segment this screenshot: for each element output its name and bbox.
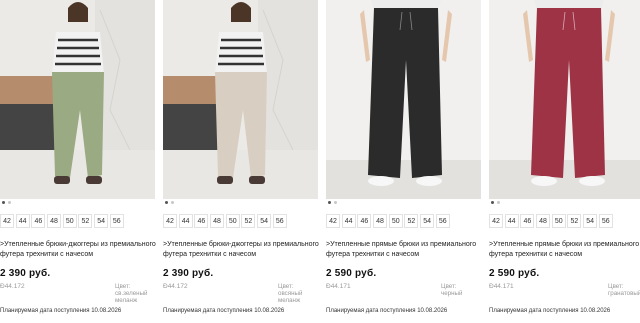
size-option[interactable]: 46 [357,214,372,228]
color-value: овсяный меланж [278,290,303,304]
color-value: св.зеленый меланж [115,290,148,304]
product-grid: 42 44 46 48 50 52 54 56 >Утепленные брюки-джогг… [0,0,640,323]
product-photo[interactable] [326,0,481,199]
size-option[interactable]: 42 [489,214,503,228]
product-article: Ð44.171 [489,283,514,290]
color-label: Цвет: [608,283,624,290]
product-color: Цвет: овсяный меланж [278,283,318,304]
product-photo-illustration [0,0,155,199]
size-option[interactable]: 52 [78,214,93,228]
product-price: 2 590 руб. [489,268,540,279]
product-photo-illustration [489,0,640,199]
product-price: 2 590 руб. [326,268,377,279]
product-photo-illustration [326,0,481,199]
photo-carousel-dots[interactable] [491,201,503,207]
product-photo[interactable] [489,0,640,199]
photo-carousel-dots[interactable] [328,201,340,207]
size-option[interactable]: 54 [94,214,109,228]
size-option[interactable]: 52 [241,214,256,228]
carousel-dot-active[interactable] [328,201,331,204]
size-option[interactable]: 52 [404,214,419,228]
size-option[interactable]: 44 [15,214,30,228]
carousel-dot[interactable] [497,201,500,204]
product-photo[interactable] [163,0,318,199]
size-option[interactable]: 48 [47,214,62,228]
product-card[interactable]: 42 44 46 48 50 52 54 56 >Утепленные прямые брюк… [489,0,640,323]
product-photo[interactable] [0,0,155,199]
product-article: Ð44.172 [163,283,188,290]
product-title-link[interactable]: >Утепленные брюки-джоггеры из премиально… [0,240,160,260]
size-option[interactable]: 48 [210,214,225,228]
size-option[interactable]: 50 [551,214,566,228]
product-card[interactable]: 42 44 46 48 50 52 54 56 >Утепленные брюки-джогг… [163,0,319,323]
color-value: черный [441,290,463,297]
size-option[interactable]: 48 [373,214,388,228]
size-option[interactable]: 46 [31,214,46,228]
color-label: Цвет: [441,283,457,290]
product-color: Цвет: гранатовый [608,283,640,297]
size-option[interactable]: 54 [583,214,598,228]
size-selector: 42 44 46 48 50 52 54 56 [326,210,452,228]
photo-carousel-dots[interactable] [2,201,14,207]
product-price: 2 390 руб. [163,268,214,279]
carousel-dot-active[interactable] [491,201,494,204]
size-option[interactable]: 50 [388,214,403,228]
carousel-dot[interactable] [171,201,174,204]
product-article: Ð44.172 [0,283,25,290]
product-title-link[interactable]: >Утепленные прямые брюки из премиального… [326,240,486,260]
size-option[interactable]: 44 [341,214,356,228]
size-option[interactable]: 48 [536,214,551,228]
product-article: Ð44.171 [326,283,351,290]
product-price: 2 390 руб. [0,268,51,279]
carousel-dot[interactable] [8,201,11,204]
delivery-date: Планируемая дата поступления 10.08.2026 [163,308,285,314]
carousel-dot[interactable] [334,201,337,204]
size-option[interactable]: 42 [326,214,340,228]
size-option[interactable]: 44 [178,214,193,228]
size-option[interactable]: 50 [62,214,77,228]
product-card[interactable]: 42 44 46 48 50 52 54 56 >Утепленные брюки-джогг… [0,0,156,323]
carousel-dot-active[interactable] [165,201,168,204]
delivery-date: Планируемая дата поступления 10.08.2026 [0,308,122,314]
product-photo-illustration [163,0,318,199]
size-option[interactable]: 44 [504,214,519,228]
size-option[interactable]: 54 [257,214,272,228]
carousel-dot-active[interactable] [2,201,5,204]
product-color: Цвет: черный [441,283,481,297]
delivery-date: Планируемая дата поступления 10.08.2026 [489,308,611,314]
size-option[interactable]: 56 [598,214,613,228]
color-value: гранатовый [608,290,640,297]
size-option[interactable]: 56 [435,214,450,228]
color-label: Цвет: [278,283,294,290]
color-label: Цвет: [115,283,131,290]
size-option[interactable]: 46 [194,214,209,228]
size-option[interactable]: 52 [567,214,582,228]
size-option[interactable]: 46 [520,214,535,228]
size-selector: 42 44 46 48 50 52 54 56 [0,210,126,228]
product-title-link[interactable]: >Утепленные прямые брюки из премиального… [489,240,640,260]
size-option[interactable]: 42 [163,214,177,228]
size-option[interactable]: 56 [272,214,287,228]
delivery-date: Планируемая дата поступления 10.08.2026 [326,308,448,314]
size-option[interactable]: 42 [0,214,14,228]
product-card[interactable]: 42 44 46 48 50 52 54 56 >Утепленные прямые брюк… [326,0,481,323]
size-option[interactable]: 50 [225,214,240,228]
size-option[interactable]: 54 [420,214,435,228]
product-title-link[interactable]: >Утепленные брюки-джоггеры из премиально… [163,240,323,260]
photo-carousel-dots[interactable] [165,201,177,207]
size-selector: 42 44 46 48 50 52 54 56 [489,210,615,228]
product-color: Цвет: св.зеленый меланж [115,283,155,304]
size-option[interactable]: 56 [109,214,124,228]
size-selector: 42 44 46 48 50 52 54 56 [163,210,289,228]
